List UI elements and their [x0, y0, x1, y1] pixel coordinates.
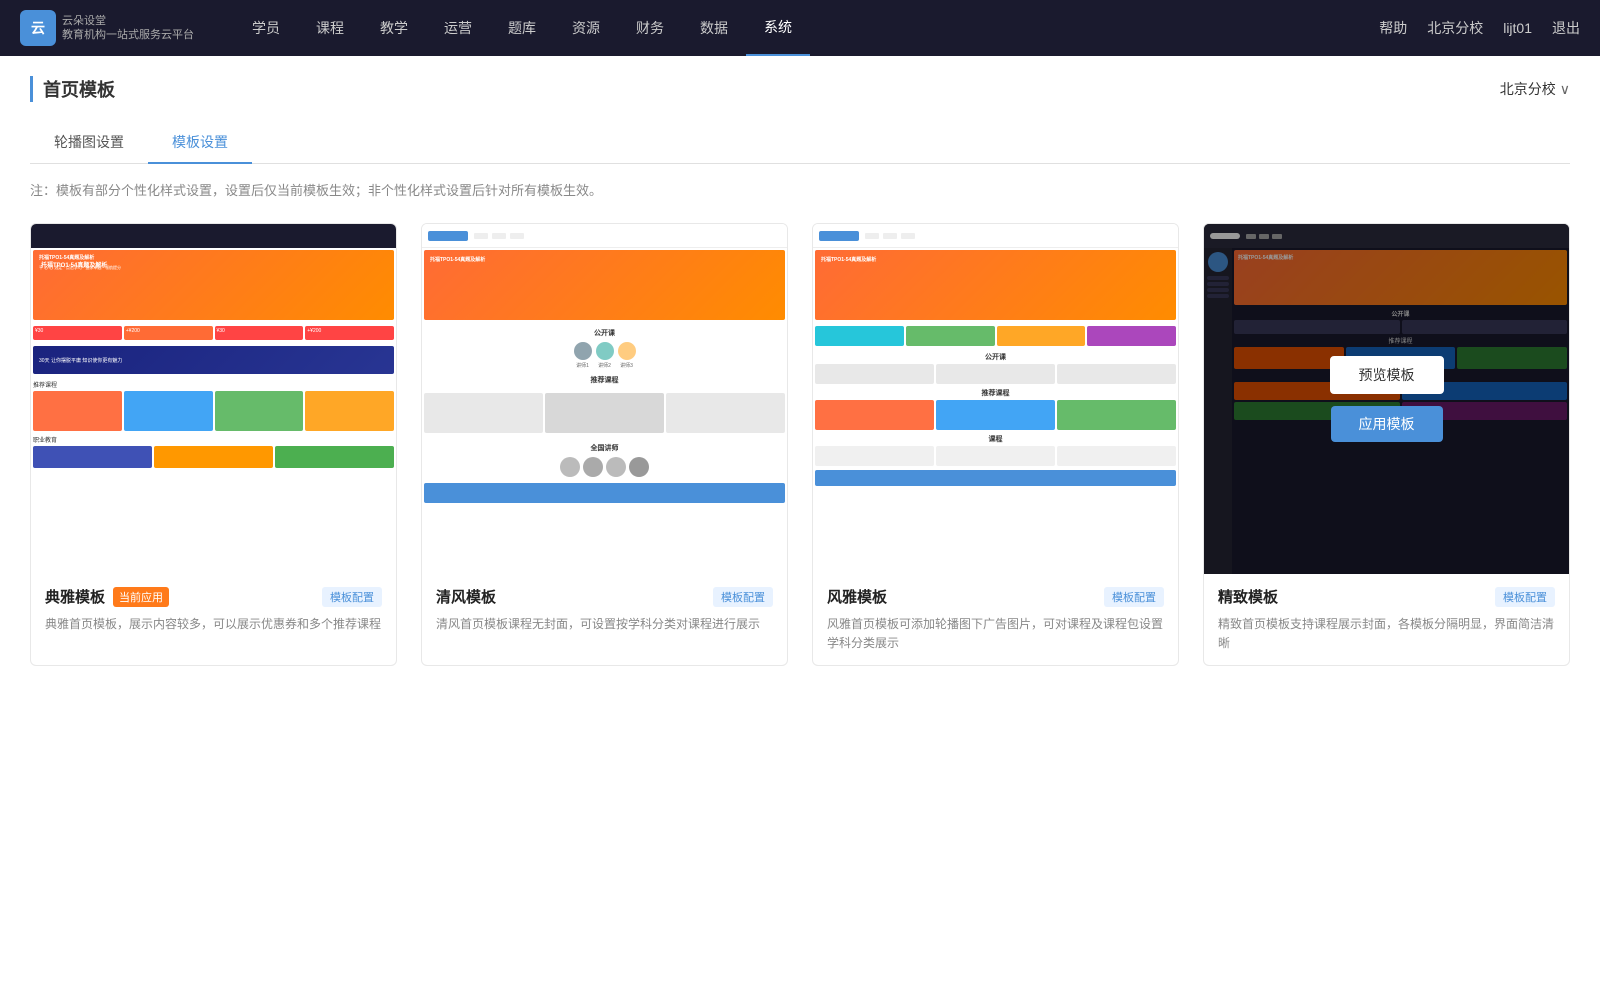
nav-item-operation[interactable]: 运营 — [426, 0, 490, 56]
chevron-down-icon: ∨ — [1560, 81, 1570, 98]
logout-button[interactable]: 退出 — [1552, 18, 1580, 38]
template-name-4: 精致模板 — [1218, 586, 1278, 607]
template-card-3: 托福TPO1-54真题及解析 公开课 推荐课程 — [812, 223, 1179, 666]
template-card-4: 托福TPO1-54真题及解析 公开课 推荐课程 — [1203, 223, 1570, 666]
template-title-row-3: 风雅模板 模板配置 — [827, 586, 1164, 607]
nav-item-course[interactable]: 课程 — [298, 0, 362, 56]
nav-right: 帮助 北京分校 lijt01 退出 — [1379, 18, 1580, 38]
template-info-3: 风雅模板 模板配置 风雅首页模板可添加轮播图下广告图片，可对课程及课程包设置学科… — [813, 574, 1178, 665]
navbar: 云 云朵设堂教育机构一站式服务云平台 学员 课程 教学 运营 题库 资源 财务 … — [0, 0, 1600, 56]
template-title-row-2: 清风模板 模板配置 — [436, 586, 773, 607]
logo-text: 云朵设堂教育机构一站式服务云平台 — [62, 14, 194, 43]
logo: 云 云朵设堂教育机构一站式服务云平台 — [20, 10, 194, 46]
tab-carousel[interactable]: 轮播图设置 — [30, 122, 148, 164]
logo-icon: 云 — [20, 10, 56, 46]
apply-button-4[interactable]: 应用模板 — [1331, 406, 1443, 442]
current-badge-1: 当前应用 — [113, 587, 169, 607]
template-name-3: 风雅模板 — [827, 586, 887, 607]
nav-item-student[interactable]: 学员 — [234, 0, 298, 56]
template-desc-2: 清风首页模板课程无封面，可设置按学科分类对课程进行展示 — [436, 615, 773, 634]
template-name-1: 典雅模板 — [45, 586, 105, 607]
template-title-row-1: 典雅模板 当前应用 模板配置 — [45, 586, 382, 607]
mockup-3: 托福TPO1-54真题及解析 公开课 推荐课程 — [813, 224, 1178, 574]
template-desc-3: 风雅首页模板可添加轮播图下广告图片，可对课程及课程包设置学科分类展示 — [827, 615, 1164, 653]
notice-text: 注：模板有部分个性化样式设置，设置后仅当前模板生效；非个性化样式设置后针对所有模… — [30, 180, 1570, 199]
config-badge-4[interactable]: 模板配置 — [1495, 587, 1555, 607]
template-preview-3: 托福TPO1-54真题及解析 公开课 推荐课程 — [813, 224, 1178, 574]
template-title-row-4: 精致模板 模板配置 — [1218, 586, 1555, 607]
template-desc-4: 精致首页模板支持课程展示封面，各模板分隔明显，界面简洁清晰 — [1218, 615, 1555, 653]
template-card-1: 托福TPO1-54真题及解析 平 心 心 选定 · 点击学习 · 追求卓越 · … — [30, 223, 397, 666]
config-badge-1[interactable]: 模板配置 — [322, 587, 382, 607]
nav-item-data[interactable]: 数据 — [682, 0, 746, 56]
template-info-2: 清风模板 模板配置 清风首页模板课程无封面，可设置按学科分类对课程进行展示 — [422, 574, 787, 646]
template-preview-1: 托福TPO1-54真题及解析 平 心 心 选定 · 点击学习 · 追求卓越 · … — [31, 224, 396, 574]
nav-item-quiz[interactable]: 题库 — [490, 0, 554, 56]
template-preview-2: 托福TPO1-54真题及解析 公开课 讲师1 讲师2 — [422, 224, 787, 574]
mockup-2: 托福TPO1-54真题及解析 公开课 讲师1 讲师2 — [422, 224, 787, 574]
help-link[interactable]: 帮助 — [1379, 18, 1407, 38]
template-name-2: 清风模板 — [436, 586, 496, 607]
page-content: 首页模板 北京分校 ∨ 轮播图设置 模板设置 注：模板有部分个性化样式设置，设置… — [0, 56, 1600, 990]
tab-bar: 轮播图设置 模板设置 — [30, 122, 1570, 164]
branch-name: 北京分校 — [1500, 79, 1556, 99]
preview-button-4[interactable]: 预览模板 — [1330, 356, 1444, 394]
nav-item-finance[interactable]: 财务 — [618, 0, 682, 56]
user-dropdown[interactable]: lijt01 — [1503, 20, 1532, 36]
nav-menu: 学员 课程 教学 运营 题库 资源 财务 数据 系统 — [234, 0, 1379, 56]
templates-grid: 托福TPO1-54真题及解析 平 心 心 选定 · 点击学习 · 追求卓越 · … — [30, 223, 1570, 666]
template-info-4: 精致模板 模板配置 精致首页模板支持课程展示封面，各模板分隔明显，界面简洁清晰 — [1204, 574, 1569, 665]
template-card-2: 托福TPO1-54真题及解析 公开课 讲师1 讲师2 — [421, 223, 788, 666]
nav-item-system[interactable]: 系统 — [746, 0, 810, 56]
page-title: 首页模板 — [30, 76, 115, 102]
branch-selector[interactable]: 北京分校 ∨ — [1500, 79, 1570, 99]
page-header: 首页模板 北京分校 ∨ — [30, 76, 1570, 102]
branch-link[interactable]: 北京分校 — [1427, 18, 1483, 38]
nav-item-resource[interactable]: 资源 — [554, 0, 618, 56]
template-info-1: 典雅模板 当前应用 模板配置 典雅首页模板，展示内容较多，可以展示优惠券和多个推… — [31, 574, 396, 646]
template-desc-1: 典雅首页模板，展示内容较多，可以展示优惠券和多个推荐课程 — [45, 615, 382, 634]
template-overlay-4: 预览模板 应用模板 — [1204, 224, 1569, 574]
tab-template[interactable]: 模板设置 — [148, 122, 252, 164]
mockup-1: 托福TPO1-54真题及解析 平 心 心 选定 · 点击学习 · 追求卓越 · … — [31, 224, 396, 574]
config-badge-2[interactable]: 模板配置 — [713, 587, 773, 607]
template-preview-4: 托福TPO1-54真题及解析 公开课 推荐课程 — [1204, 224, 1569, 574]
config-badge-3[interactable]: 模板配置 — [1104, 587, 1164, 607]
nav-item-teaching[interactable]: 教学 — [362, 0, 426, 56]
